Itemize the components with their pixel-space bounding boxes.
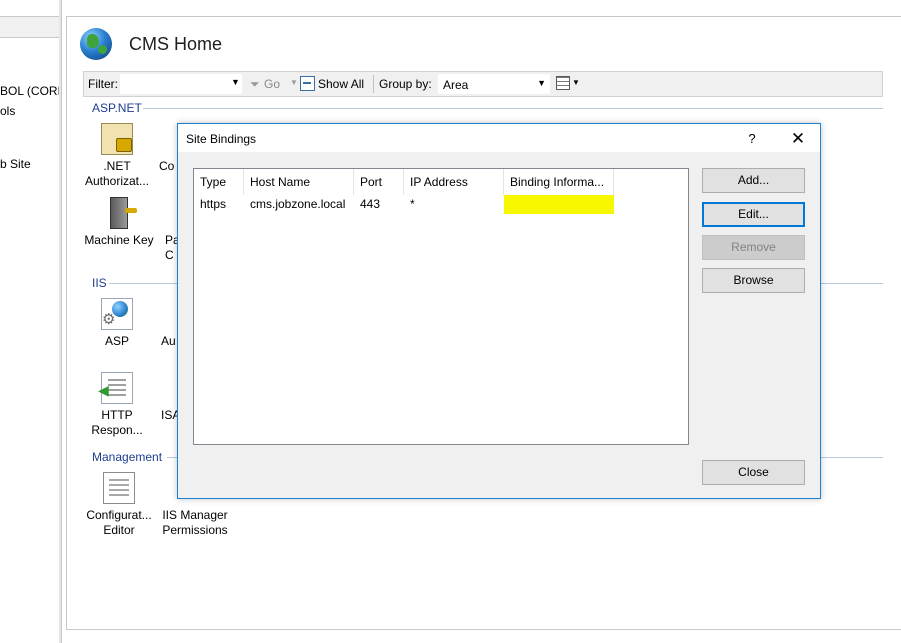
filter-toolbar: Filter: ▼ ⏷ Go ▼ Show All Group by: Area… — [83, 71, 883, 97]
tree-item-server[interactable]: BOL (CORPV — [0, 84, 61, 98]
feature-asp[interactable]: ASP — [81, 298, 153, 349]
add-button[interactable]: Add... — [702, 168, 805, 193]
feature-label: Co — [159, 159, 175, 173]
feature-label: HTTP Respon... — [91, 408, 143, 437]
column-header-ip-address[interactable]: IP Address — [404, 169, 504, 195]
view-mode-icon[interactable] — [556, 76, 570, 90]
chevron-down-icon: ▼ — [537, 78, 546, 88]
go-button[interactable]: Go — [264, 77, 280, 91]
column-header-type[interactable]: Type — [194, 169, 244, 195]
cell-type: https — [200, 197, 227, 211]
cell-ip-address: * — [410, 197, 415, 211]
feature-partial-compilation[interactable]: Co — [159, 123, 179, 174]
tree-item-application-pools[interactable]: ols — [0, 104, 15, 118]
group-by-label: Group by: — [379, 77, 432, 91]
site-bindings-dialog: Site Bindings ? ✕ Type Host Name Port IP… — [177, 123, 821, 499]
group-heading-management[interactable]: Management — [92, 450, 162, 464]
column-header-port[interactable]: Port — [354, 169, 404, 195]
globe-icon — [80, 28, 112, 60]
show-all-icon[interactable] — [300, 76, 315, 91]
go-dropdown-arrow-icon[interactable]: ▼ — [290, 78, 298, 87]
dialog-titlebar[interactable]: Site Bindings ? ✕ — [178, 124, 820, 152]
cell-binding-information-highlighted — [504, 195, 614, 214]
tree-toolbar — [0, 16, 60, 38]
dialog-title: Site Bindings — [186, 132, 257, 146]
feature-label: ASP — [104, 334, 129, 348]
filter-input[interactable] — [120, 74, 242, 94]
feature-configuration-editor[interactable]: Configurat... Editor — [81, 472, 157, 538]
list-header: Type Host Name Port IP Address Binding I… — [194, 169, 688, 195]
group-divider — [143, 108, 883, 109]
cell-port: 443 — [360, 197, 381, 211]
close-icon[interactable]: ✕ — [784, 128, 812, 150]
close-button[interactable]: Close — [702, 460, 805, 485]
funnel-icon: ⏷ — [250, 77, 260, 91]
view-mode-dropdown-arrow-icon[interactable]: ▼ — [572, 78, 580, 87]
lock-icon — [101, 123, 133, 155]
feature-label: Configurat... Editor — [86, 508, 152, 537]
connections-tree-pane: BOL (CORPV ols b Site — [0, 0, 62, 643]
help-button[interactable]: ? — [738, 128, 766, 150]
partial-icon — [161, 372, 173, 404]
feature-label: Machine Key — [84, 233, 154, 247]
feature-machine-key[interactable]: Machine Key — [81, 197, 157, 248]
feature-label: IIS Manager Permissions — [162, 508, 228, 537]
feature-http-response-headers[interactable]: HTTP Respon... — [81, 372, 153, 438]
group-by-value: Area — [443, 78, 469, 92]
cell-host-name: cms.jobzone.local — [250, 197, 346, 211]
feature-label: .NET Authorizat... — [84, 159, 150, 188]
server-key-icon — [110, 197, 137, 229]
partial-icon — [161, 298, 173, 330]
table-row[interactable]: https cms.jobzone.local 443 * — [194, 195, 688, 214]
toolbar-separator — [373, 75, 374, 93]
config-editor-icon — [103, 472, 135, 504]
pane-splitter[interactable] — [59, 0, 61, 643]
edit-button[interactable]: Edit... — [702, 202, 805, 227]
column-header-binding-information[interactable]: Binding Informa... — [504, 169, 614, 195]
http-response-icon — [98, 372, 133, 404]
partial-icon — [159, 123, 171, 155]
page-title: CMS Home — [129, 34, 223, 54]
filter-dropdown-arrow-icon[interactable]: ▼ — [231, 77, 240, 87]
partial-icon — [165, 197, 177, 229]
group-heading-aspnet[interactable]: ASP.NET — [92, 101, 142, 115]
group-heading-iis[interactable]: IIS — [92, 276, 107, 290]
group-by-select[interactable]: Area ▼ — [438, 74, 550, 94]
browse-button[interactable]: Browse — [702, 268, 805, 293]
remove-button[interactable]: Remove — [702, 235, 805, 260]
bindings-list[interactable]: Type Host Name Port IP Address Binding I… — [193, 168, 689, 445]
column-header-host-name[interactable]: Host Name — [244, 169, 354, 195]
show-all-button[interactable]: Show All — [318, 77, 364, 91]
feature-net-authorization[interactable]: .NET Authorizat... — [81, 123, 153, 189]
filter-label: Filter: — [88, 77, 118, 91]
tree-item-default-web-site[interactable]: b Site — [0, 157, 31, 171]
asp-globe-gear-icon — [101, 298, 133, 330]
